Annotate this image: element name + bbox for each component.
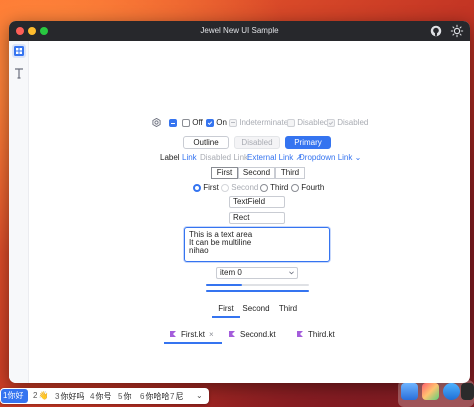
ime-candidate-1[interactable]: 1你好: [1, 389, 28, 403]
checkbox-indeterminate: Indeterminate: [229, 118, 288, 127]
progress-bar-1: [206, 284, 309, 286]
main-content: Off On Indeterminate Disabled Disabled O…: [29, 41, 470, 383]
progress-bar-2: [206, 290, 309, 292]
checkbox-disabled-box: [287, 118, 295, 127]
app-icon[interactable]: [461, 383, 474, 400]
progress-bar-2-fill: [206, 290, 309, 292]
rect-input[interactable]: Rect: [229, 212, 285, 224]
ime-candidate-7[interactable]: 7尼: [170, 391, 183, 402]
radio-first-button[interactable]: [193, 183, 201, 192]
disabled-link: Disabled Link: [200, 153, 249, 162]
segmented-first[interactable]: First: [211, 167, 238, 179]
disabled-button: Disabled: [234, 136, 280, 149]
close-icon[interactable]: ×: [209, 330, 214, 339]
ime-candidate-6[interactable]: 6你哈哈: [140, 391, 169, 402]
chevron-down-icon: ⌄: [354, 153, 362, 162]
github-icon[interactable]: [429, 24, 443, 38]
tab-second[interactable]: Second: [241, 304, 271, 313]
editor-tab-selected-underline: [164, 342, 222, 344]
radio-fourth-label: Fourth: [301, 183, 325, 192]
segmented-third[interactable]: Third: [275, 167, 305, 179]
radio-third-button[interactable]: [260, 183, 268, 192]
checkbox-off-box[interactable]: [182, 118, 190, 127]
kotlin-file-icon: [170, 331, 176, 337]
radio-second-label: Second: [231, 183, 259, 192]
radio-second: Second: [221, 183, 258, 192]
safari-icon[interactable]: [443, 383, 460, 400]
window-title: Jewel New UI Sample: [200, 26, 279, 35]
editor-tab-first[interactable]: First.kt: [181, 330, 205, 339]
editor-tab-third[interactable]: Third.kt: [308, 330, 335, 339]
checkbox-off[interactable]: Off: [182, 118, 203, 127]
progress-bar-1-fill: [206, 284, 243, 286]
settings-icon[interactable]: [152, 118, 161, 127]
chevron-down-icon: [289, 271, 294, 275]
app-window: Jewel New UI Sample Off On Indeterminate…: [9, 21, 470, 383]
external-link-label: External Link: [247, 153, 294, 162]
title-bar[interactable]: Jewel New UI Sample: [9, 21, 470, 41]
dropdown-link-label: Dropdown Link: [299, 153, 353, 162]
radio-first-label: First: [203, 183, 219, 192]
kotlin-file-icon: [297, 331, 303, 337]
checkbox-disabled-label: Disabled: [297, 118, 329, 127]
item-dropdown[interactable]: item 0: [216, 267, 298, 279]
sidebar: [9, 41, 29, 383]
tab-first[interactable]: First: [212, 304, 240, 313]
checkbox-disabled-checked: Disabled: [327, 118, 368, 127]
ime-expand-icon[interactable]: ⌄: [196, 391, 203, 400]
launchpad-icon[interactable]: [422, 383, 439, 400]
link[interactable]: Link: [182, 153, 197, 162]
components-tool-button[interactable]: [12, 44, 26, 58]
textfield-input[interactable]: TextField: [229, 196, 285, 208]
radio-second-button: [221, 183, 229, 192]
check-icon: [328, 121, 334, 125]
editor-tab-second[interactable]: Second.kt: [240, 330, 276, 339]
checkbox-disabled-checked-box: [327, 118, 335, 127]
checkbox-indeterminate-toggle[interactable]: [169, 119, 177, 127]
ime-candidate-4[interactable]: 4你号: [90, 391, 111, 402]
tab-third[interactable]: Third: [274, 304, 302, 313]
checkbox-indeterminate-box: [229, 118, 237, 127]
dropdown-value: item 0: [220, 268, 242, 277]
components-icon: [14, 46, 24, 56]
tab-selected-underline: [212, 316, 240, 318]
checkbox-indeterminate-label: Indeterminate: [239, 118, 289, 127]
checkbox-disabled-checked-label: Disabled: [337, 118, 369, 127]
checkbox-disabled: Disabled: [287, 118, 328, 127]
checkbox-on-label: On: [216, 118, 227, 127]
external-link[interactable]: External Link ↗: [247, 153, 302, 162]
radio-fourth-button[interactable]: [291, 183, 299, 192]
checkbox-on[interactable]: On: [206, 118, 227, 127]
dock: [398, 380, 474, 407]
radio-third-label: Third: [270, 183, 289, 192]
primary-button[interactable]: Primary: [285, 136, 331, 149]
ime-candidate-2[interactable]: 2👋: [33, 391, 48, 400]
text-area-line-2: It can be multiline: [189, 238, 252, 247]
label-text: Label: [160, 153, 180, 162]
checkbox-off-label: Off: [192, 118, 203, 127]
radio-first[interactable]: First: [193, 183, 219, 192]
check-icon: [207, 121, 213, 125]
segmented-second[interactable]: Second: [238, 167, 275, 179]
text-area[interactable]: This is a text area It can be multiline …: [184, 227, 330, 262]
dropdown-link[interactable]: Dropdown Link ⌄: [299, 153, 361, 162]
theme-toggle-icon[interactable]: [450, 24, 464, 38]
outline-button[interactable]: Outline: [183, 136, 229, 149]
kotlin-file-icon: [229, 331, 235, 337]
checkbox-on-box[interactable]: [206, 118, 214, 127]
text-icon: [15, 68, 23, 79]
text-tool-button[interactable]: [12, 66, 26, 80]
text-area-line-3: nihao: [189, 246, 209, 255]
radio-third[interactable]: Third: [260, 183, 288, 192]
radio-fourth[interactable]: Fourth: [291, 183, 324, 192]
ime-candidate-5[interactable]: 5你: [118, 391, 131, 402]
ime-candidate-3[interactable]: 3你好吗: [55, 391, 84, 402]
ime-candidate-bar: 1你好 2👋 3你好吗 4你号 5你 6你哈哈 7尼 ⌄: [0, 388, 209, 404]
finder-icon[interactable]: [401, 383, 418, 400]
